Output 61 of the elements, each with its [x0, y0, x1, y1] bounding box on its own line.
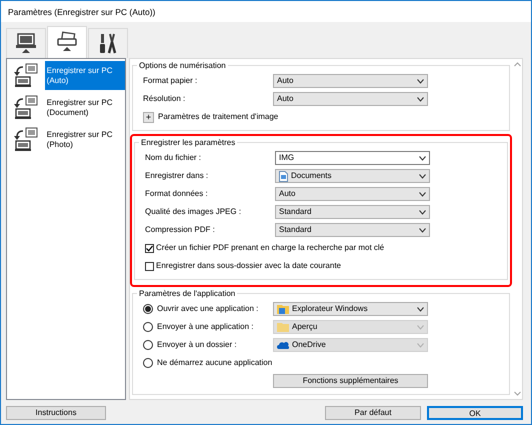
- radio-label: Envoyer à un dossier :: [157, 339, 237, 351]
- caret-icon: [419, 192, 426, 196]
- caret-icon: [417, 78, 424, 84]
- caret-icon: [419, 210, 426, 214]
- mode-list-item[interactable]: Enregistrer sur PC (Document): [7, 93, 125, 122]
- dropdown[interactable]: Auto: [273, 74, 428, 88]
- caret-icon: [419, 228, 426, 232]
- window-title: Paramètres (Enregistrer sur PC (Auto)): [1, 1, 531, 22]
- caret-icon: [417, 306, 424, 312]
- radio-label: Envoyer à une application :: [157, 321, 254, 333]
- document-icon: [279, 170, 288, 182]
- group-title: Enregistrer les paramètres: [139, 137, 238, 149]
- field-label: Nom du fichier :: [145, 152, 202, 164]
- dropdown[interactable]: Standard: [275, 205, 430, 219]
- tools-icon: [97, 32, 119, 56]
- tab[interactable]: [47, 26, 87, 58]
- more-functions-button[interactable]: Fonctions supplémentaires: [273, 374, 428, 388]
- scan-to-pc-icon: [12, 126, 39, 152]
- caret-icon: [417, 96, 424, 102]
- caret-icon: [419, 156, 426, 160]
- checkbox-label: Enregistrer dans sous-dossier avec la date courante: [156, 260, 341, 272]
- tab[interactable]: [88, 28, 128, 58]
- field-label: Format papier :: [143, 75, 198, 87]
- folder-icon: [277, 304, 289, 314]
- field-label: Format données :: [145, 188, 209, 200]
- expander-label: Paramètres de traitement d'image: [158, 111, 278, 123]
- caret-icon: [419, 174, 426, 178]
- scan-to-pc-icon: [12, 94, 39, 120]
- radio-button[interactable]: [143, 358, 153, 368]
- field-label: Enregistrer dans :: [145, 170, 210, 182]
- caret-icon: [417, 342, 424, 348]
- field-label: Résolution :: [143, 93, 186, 105]
- dropdown[interactable]: Auto: [273, 92, 428, 106]
- scroll-down-icon[interactable]: [514, 391, 521, 396]
- dropdown[interactable]: Auto: [275, 187, 430, 201]
- ok-button[interactable]: OK: [427, 406, 523, 420]
- field-label: Qualité des images JPEG :: [145, 206, 242, 218]
- dropdown[interactable]: Standard: [275, 223, 430, 237]
- instructions-button[interactable]: Instructions: [6, 406, 106, 420]
- checkbox[interactable]: [145, 262, 154, 270]
- caret-icon: [417, 324, 424, 330]
- scroll-up-icon[interactable]: [514, 62, 521, 67]
- expand-button[interactable]: +: [143, 112, 154, 122]
- radio-label: Ouvrir avec une application :: [157, 303, 258, 315]
- folder-icon: [277, 322, 289, 332]
- computer-scan-icon: [15, 32, 37, 56]
- dropdown[interactable]: Documents: [275, 169, 430, 183]
- tab[interactable]: [6, 28, 46, 58]
- input-field[interactable]: IMG: [275, 151, 430, 165]
- cloud-icon: [277, 341, 289, 349]
- checkbox-label: Créer un fichier PDF prenant en charge la recherche par mot clé: [156, 242, 384, 254]
- group-title: Options de numérisation: [137, 60, 228, 72]
- scan-to-pc-icon: [12, 62, 39, 88]
- field-label: Compression PDF :: [145, 224, 216, 236]
- checkbox[interactable]: [145, 244, 154, 252]
- radio-label: Ne démarrez aucune application: [157, 357, 272, 369]
- radio-button[interactable]: [143, 304, 153, 314]
- mode-list-item[interactable]: Enregistrer sur PC (Photo): [7, 125, 125, 154]
- dropdown[interactable]: Explorateur Windows: [273, 302, 428, 316]
- group-title: Paramètres de l'application: [137, 288, 238, 300]
- default-button[interactable]: Par défaut: [325, 406, 421, 420]
